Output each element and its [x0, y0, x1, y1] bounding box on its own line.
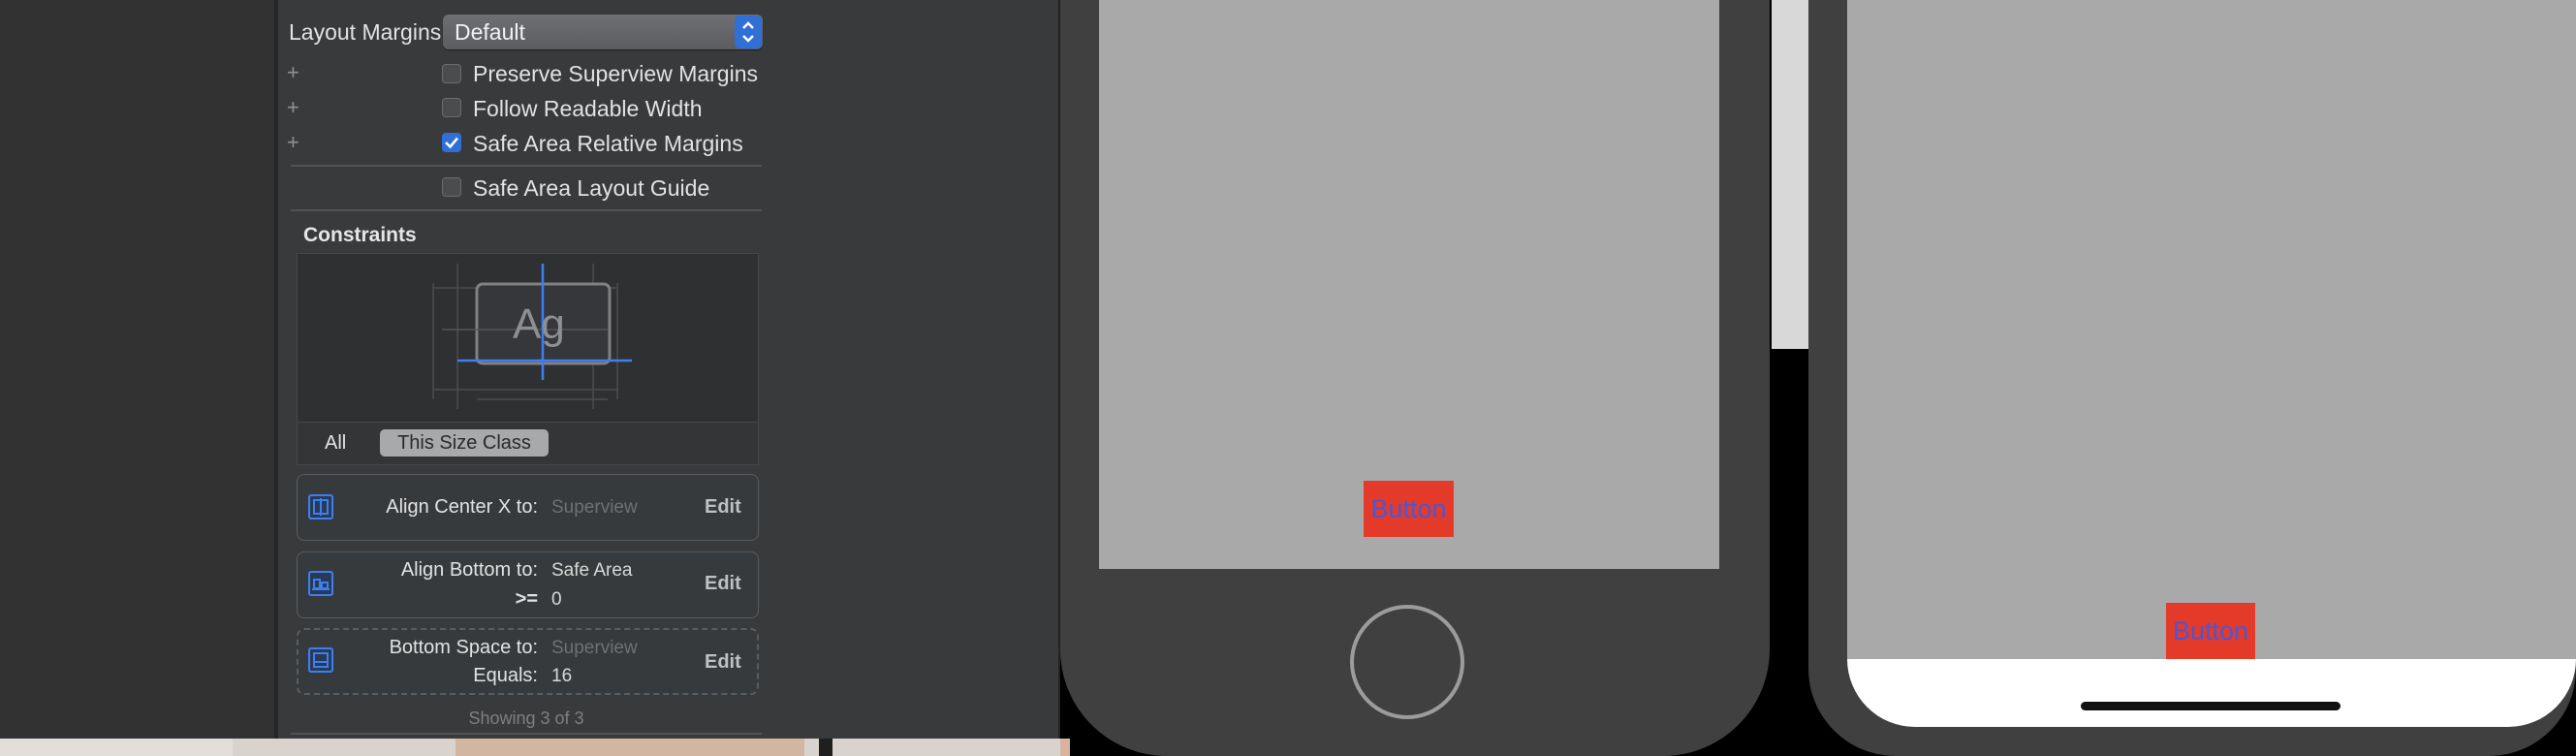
layout-margins-label: Layout Margins: [289, 19, 442, 45]
navigator-pane: [0, 0, 274, 739]
tab-all[interactable]: All: [325, 432, 346, 455]
follow-readable-width-label: Follow Readable Width: [473, 96, 703, 121]
safe-area-relative-margins-checkbox[interactable]: [442, 133, 461, 152]
add-variation-button[interactable]: +: [287, 95, 299, 120]
constraint-label: Align Center X to:: [386, 496, 538, 518]
constraint-diagram-graphic: Ag: [432, 264, 632, 409]
showing-count: Showing 3 of 3: [468, 709, 584, 728]
device2-app-button[interactable]: Button: [2166, 603, 2255, 659]
popup-stepper-icon: [735, 16, 762, 48]
divider: [291, 165, 762, 167]
preserve-superview-margins-checkbox[interactable]: [442, 64, 461, 83]
constraint-value: Superview: [551, 497, 638, 518]
layout-margins-value: Default: [455, 19, 525, 45]
home-button-icon: [1350, 605, 1464, 719]
tab-this-size-class[interactable]: This Size Class: [380, 429, 549, 457]
device1-app-button[interactable]: Button: [1364, 481, 1454, 537]
constraint-value: Safe Area: [551, 560, 633, 581]
constraint-constant: 0: [551, 589, 562, 610]
constraint-diagram[interactable]: Ag: [297, 253, 759, 423]
desktop-strip: [1060, 739, 1070, 756]
constraints-title: Constraints: [303, 224, 417, 246]
align-center-x-icon: [308, 494, 333, 520]
safe-area-layout-guide-label: Safe Area Layout Guide: [473, 175, 710, 201]
add-variation-button[interactable]: +: [287, 130, 299, 155]
edit-button[interactable]: Edit: [705, 651, 741, 674]
safe-area-relative-margins-label: Safe Area Relative Margins: [473, 131, 743, 156]
constraint-relation: Equals:: [473, 665, 538, 686]
canvas-gap: [1772, 0, 1808, 349]
edit-button[interactable]: Edit: [705, 496, 741, 519]
add-variation-button[interactable]: +: [287, 60, 299, 85]
constraint-value: Superview: [551, 638, 638, 658]
constraint-constant: 16: [551, 666, 573, 686]
edit-button[interactable]: Edit: [705, 573, 741, 595]
constraint-relation: >=: [515, 588, 538, 610]
divider: [291, 209, 762, 211]
safe-area-layout-guide-checkbox[interactable]: [442, 177, 461, 197]
constraint-label: Bottom Space to:: [389, 637, 538, 658]
constraint-label: Align Bottom to:: [400, 559, 538, 581]
home-indicator-icon: [2081, 702, 2340, 710]
align-bottom-icon: [308, 571, 333, 596]
follow-readable-width-checkbox[interactable]: [442, 98, 461, 117]
bottom-space-icon: [308, 647, 333, 673]
desktop-strip: [0, 739, 1060, 756]
svg-text:Ag: Ag: [513, 300, 565, 348]
layout-margins-popup[interactable]: Default: [443, 15, 763, 49]
divider: [291, 733, 762, 735]
checkmark-icon: [445, 137, 458, 149]
preserve-superview-margins-label: Preserve Superview Margins: [473, 61, 759, 86]
